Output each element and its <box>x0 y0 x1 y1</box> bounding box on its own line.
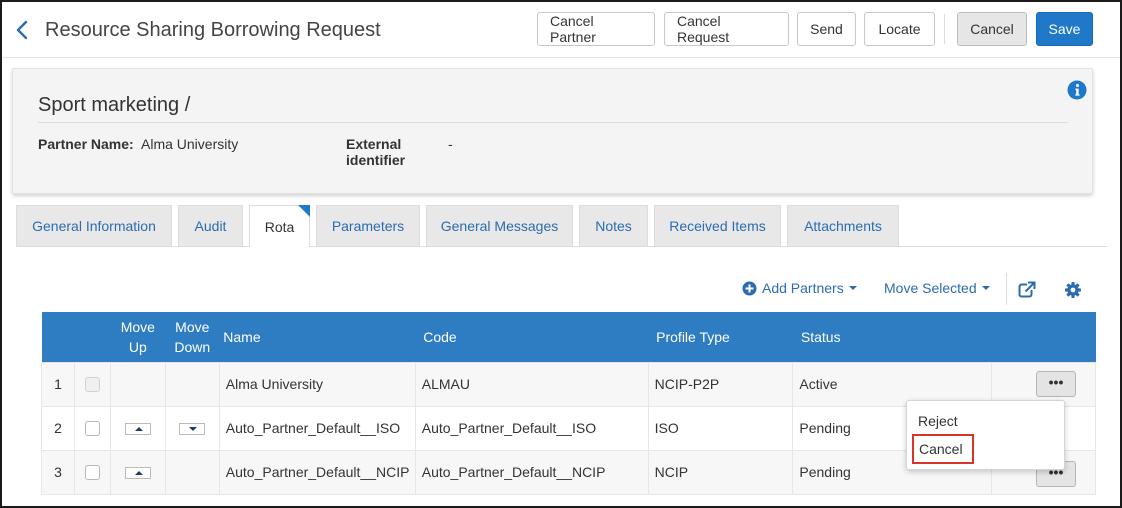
profile-type-cell: NCIP-P2P <box>647 361 794 407</box>
external-identifier-label-line2: identifier <box>346 152 406 168</box>
row-select-cell <box>73 405 111 451</box>
add-partners-dropdown[interactable]: Add Partners <box>742 280 857 296</box>
gear-icon[interactable] <box>1064 281 1082 299</box>
tab-bar-baseline <box>16 246 1107 247</box>
row-checkbox[interactable] <box>84 421 100 437</box>
col-select <box>74 312 111 362</box>
tab-general-messages[interactable]: General Messages <box>426 205 573 246</box>
col-move-down-line1: Move <box>175 318 210 335</box>
move-down-cell <box>164 405 220 451</box>
tab-received-items[interactable]: Received Items <box>654 205 781 246</box>
move-down-cell <box>164 449 220 495</box>
row-number: 1 <box>41 361 75 407</box>
cancel-menu-item[interactable]: Cancel <box>912 434 974 464</box>
col-code[interactable]: Code <box>415 312 649 362</box>
add-partners-label: Add Partners <box>762 280 844 296</box>
partner-name-cell: Auto_Partner_Default__ISO <box>218 405 416 451</box>
tab-audit[interactable]: Audit <box>178 205 243 246</box>
profile-type-cell: ISO <box>647 405 794 451</box>
plus-circle-icon <box>742 281 757 295</box>
active-tab-indicator <box>298 205 310 217</box>
tab-rota-label: Rota <box>264 218 295 235</box>
partner-code-cell: Auto_Partner_Default__NCIP <box>414 449 649 495</box>
record-title: Sport marketing / <box>38 94 191 116</box>
move-selected-label: Move Selected <box>884 280 977 296</box>
col-move-up-line2: Up <box>128 338 147 355</box>
page-header: Resource Sharing Borrowing Request Cance… <box>2 2 1120 58</box>
move-down-cell <box>164 361 220 407</box>
cancel-request-button[interactable]: Cancel Request <box>664 12 789 46</box>
move-up-cell <box>109 449 166 495</box>
move-up-button[interactable] <box>124 423 151 436</box>
move-down-button[interactable] <box>179 423 206 436</box>
row-checkbox <box>84 377 100 393</box>
cancel-partner-button[interactable]: Cancel Partner <box>537 12 655 46</box>
row-actions-button[interactable]: ••• <box>1036 371 1077 397</box>
save-button[interactable]: Save <box>1036 12 1093 46</box>
external-identifier-label: External identifier <box>346 136 405 168</box>
row-actions-menu: Reject Cancel <box>906 400 1065 470</box>
send-button[interactable]: Send <box>797 12 856 46</box>
row-number: 3 <box>41 449 75 495</box>
header-divider <box>944 14 945 44</box>
info-icon[interactable] <box>1067 80 1087 100</box>
external-identifier-value: - <box>448 136 453 152</box>
move-up-cell <box>109 405 166 451</box>
row-number: 2 <box>41 405 75 451</box>
export-icon[interactable] <box>1018 281 1036 299</box>
row-checkbox[interactable] <box>84 465 100 481</box>
profile-type-cell: NCIP <box>647 449 794 495</box>
page-title: Resource Sharing Borrowing Request <box>45 19 381 41</box>
tab-general-information[interactable]: General Information <box>16 205 172 246</box>
record-summary-panel: Sport marketing / Partner Name: Alma Uni… <box>12 68 1093 194</box>
reject-menu-item[interactable]: Reject <box>918 413 958 429</box>
col-row-number <box>41 312 75 362</box>
partner-name-cell: Alma University <box>218 361 416 407</box>
partner-name-cell: Auto_Partner_Default__NCIP <box>218 449 416 495</box>
summary-divider <box>38 122 1068 123</box>
tab-parameters[interactable]: Parameters <box>316 205 420 246</box>
toolbar-divider <box>1006 273 1007 305</box>
chevron-down-icon <box>981 286 990 290</box>
col-move-down-line2: Down <box>174 338 211 355</box>
chevron-down-icon <box>848 286 857 290</box>
partner-name-value: Alma University <box>141 136 239 152</box>
triangle-up-icon <box>134 427 143 432</box>
row-select-cell <box>73 361 111 407</box>
col-move-down[interactable]: Move Down <box>165 312 220 362</box>
partner-code-cell: Auto_Partner_Default__ISO <box>414 405 649 451</box>
back-arrow-icon[interactable] <box>14 19 32 41</box>
partner-name-label: Partner Name: <box>38 136 134 152</box>
partner-code-cell: ALMAU <box>414 361 649 407</box>
col-status[interactable]: Status <box>792 312 992 362</box>
move-up-button[interactable] <box>124 467 151 480</box>
col-profile-type[interactable]: Profile Type <box>648 312 793 362</box>
triangle-up-icon <box>134 471 143 476</box>
locate-button[interactable]: Locate <box>864 12 935 46</box>
tab-attachments[interactable]: Attachments <box>787 205 899 246</box>
col-actions <box>991 312 1096 362</box>
tab-notes[interactable]: Notes <box>579 205 648 246</box>
col-name[interactable]: Name <box>219 312 416 362</box>
col-move-up[interactable]: Move Up <box>110 312 166 362</box>
triangle-down-icon <box>189 427 198 432</box>
move-selected-dropdown[interactable]: Move Selected <box>884 280 990 296</box>
row-select-cell <box>73 449 111 495</box>
tab-rota[interactable]: Rota <box>249 205 310 247</box>
external-identifier-label-line1: External <box>346 136 402 152</box>
col-move-up-line1: Move <box>120 318 155 335</box>
cancel-button[interactable]: Cancel <box>957 12 1027 46</box>
table-header-row: Move Up Move Down Name Code Profile Type… <box>41 312 1096 362</box>
move-up-cell <box>109 361 166 407</box>
